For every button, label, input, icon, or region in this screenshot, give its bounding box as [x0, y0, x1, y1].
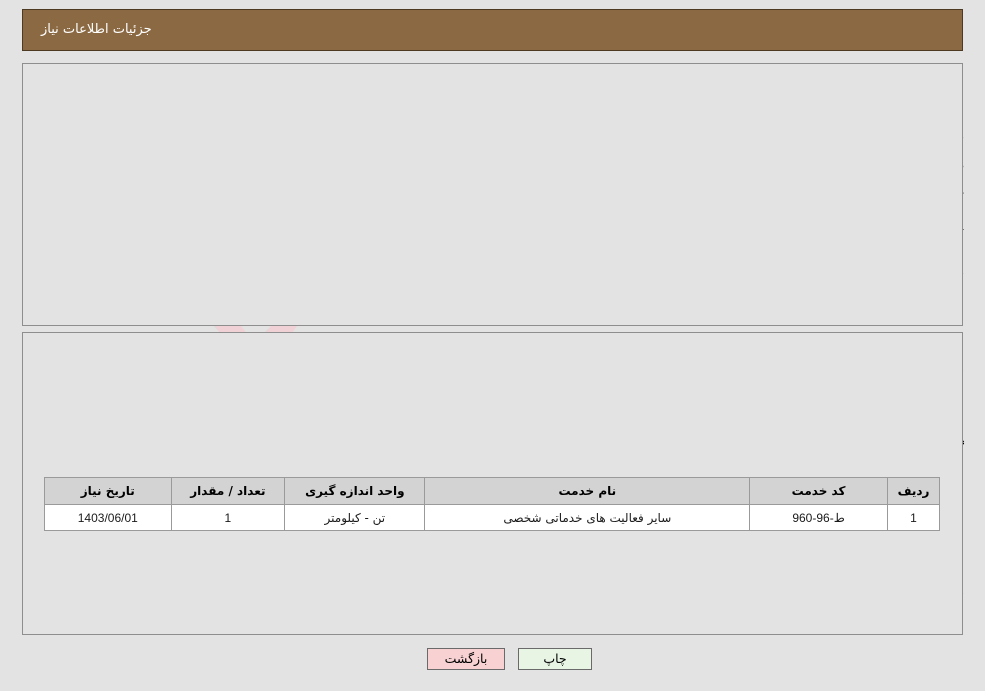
table-header-row: ردیف کد خدمت نام خدمت واحد اندازه گیری ت…	[44, 477, 940, 505]
cell-date: 1403/06/01	[44, 504, 172, 531]
col-date: تاریخ نیاز	[44, 477, 172, 505]
print-button[interactable]: چاپ	[518, 648, 592, 670]
col-unit: واحد اندازه گیری	[284, 477, 426, 505]
table-row: 1 ط-96-960 سایر فعالیت های خدماتی شخصی ت…	[44, 504, 940, 531]
cell-index: 1	[887, 504, 940, 531]
need-info-panel	[22, 63, 963, 326]
cell-code: ط-96-960	[749, 504, 888, 531]
col-code: کد خدمت	[749, 477, 888, 505]
col-quantity: تعداد / مقدار	[170, 477, 286, 505]
services-table: ردیف کد خدمت نام خدمت واحد اندازه گیری ت…	[44, 477, 940, 531]
cell-name: سایر فعالیت های خدماتی شخصی	[424, 504, 751, 531]
cell-quantity: 1	[170, 504, 286, 531]
cell-unit: تن - کیلومتر	[284, 504, 426, 531]
col-name: نام خدمت	[424, 477, 751, 505]
page-header: جزئیات اطلاعات نیاز	[22, 9, 963, 51]
page-title: جزئیات اطلاعات نیاز	[41, 22, 152, 37]
col-index: ردیف	[887, 477, 940, 505]
back-button[interactable]: بازگشت	[427, 648, 505, 670]
page-root: AriaTender.net جزئیات اطلاعات نیاز شماره…	[0, 0, 985, 691]
